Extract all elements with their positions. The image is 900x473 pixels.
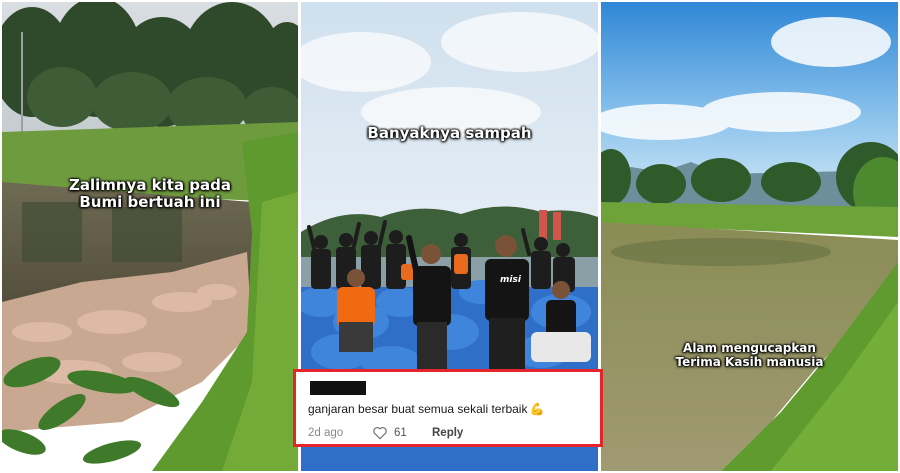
caption-line: Banyaknya sampah bbox=[367, 124, 532, 142]
caption-polluted-lake: Zalimnya kita pada Bumi bertuah ini bbox=[2, 176, 298, 212]
caption-clean-lake: Alam mengucapkan Terima Kasih manusia bbox=[601, 341, 898, 370]
caption-line: Terima Kasih manusia bbox=[675, 354, 824, 369]
comment-body: ganjaran besar buat semua sekali terbaik bbox=[308, 402, 528, 416]
reply-button[interactable]: Reply bbox=[432, 427, 463, 439]
shirt-logo: misi bbox=[500, 275, 521, 285]
flexed-biceps-emoji: 💪 bbox=[529, 402, 545, 416]
caption-line: Zalimnya kita pada bbox=[68, 176, 232, 194]
caption-volunteers: Banyaknya sampah bbox=[301, 124, 598, 142]
comment-meta: 2d ago 61 Reply bbox=[308, 426, 463, 440]
redacted-username bbox=[310, 381, 366, 395]
comment-card: ganjaran besar buat semua sekali terbaik… bbox=[293, 369, 603, 447]
comment-text: ganjaran besar buat semua sekali terbaik… bbox=[308, 402, 544, 416]
comment-time: 2d ago bbox=[308, 427, 344, 439]
photo-polluted-lake: Zalimnya kita pada Bumi bertuah ini bbox=[2, 2, 298, 471]
like-count: 61 bbox=[394, 427, 407, 439]
clean-lake-scene bbox=[601, 2, 898, 471]
caption-line: Bumi bertuah ini bbox=[79, 193, 221, 212]
photo-clean-lake: Alam mengucapkan Terima Kasih manusia bbox=[601, 2, 898, 471]
polluted-lake-scene bbox=[2, 2, 298, 471]
heart-icon[interactable] bbox=[372, 426, 388, 440]
caption-line: Alam mengucapkan bbox=[683, 341, 816, 355]
